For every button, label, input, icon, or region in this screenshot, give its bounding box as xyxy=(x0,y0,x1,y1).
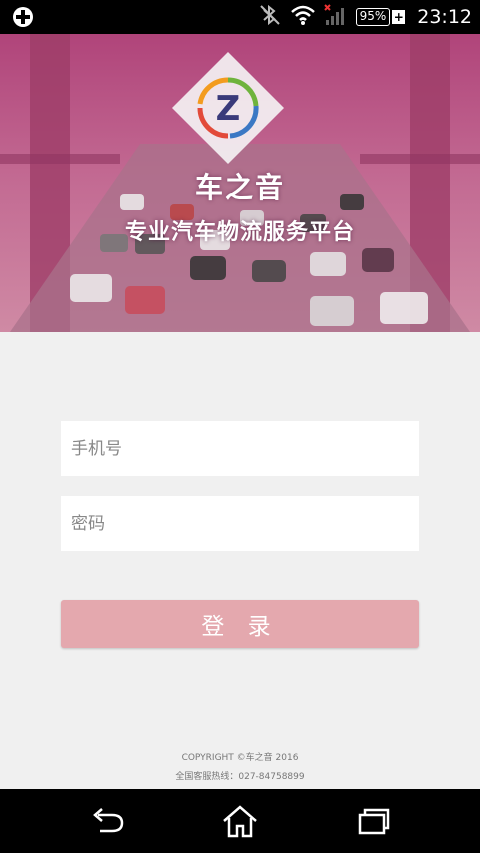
header-banner: Z 车之音 专业汽车物流服务平台 xyxy=(0,34,480,332)
hotline-text: 全国客服热线：027-84758899 xyxy=(175,772,305,782)
logo-letter: Z xyxy=(216,89,241,129)
battery-percent: 95% xyxy=(355,8,391,26)
wifi-icon xyxy=(290,4,316,30)
app-logo: Z xyxy=(170,50,286,166)
battery-icon: 95% + xyxy=(355,8,406,26)
recent-apps-icon[interactable] xyxy=(354,803,394,839)
status-icons: 95% + 23:12 xyxy=(258,0,472,34)
login-form: 登 录 COPYRIGHT ©车之音 2016 全国客服热线：027-84758… xyxy=(0,332,480,789)
brand-name: 车之音 xyxy=(194,171,285,204)
clock: 23:12 xyxy=(417,6,472,28)
home-icon[interactable] xyxy=(220,803,260,839)
charging-icon: + xyxy=(392,10,406,24)
tagline: 专业汽车物流服务平台 xyxy=(124,220,355,245)
back-icon[interactable] xyxy=(88,803,128,839)
medical-plus-icon xyxy=(12,6,34,32)
phone-input[interactable] xyxy=(61,421,419,476)
status-bar: 95% + 23:12 xyxy=(0,0,480,34)
login-button[interactable]: 登 录 xyxy=(61,600,419,648)
bluetooth-off-icon xyxy=(258,4,282,30)
copyright-text: COPYRIGHT ©车之音 2016 xyxy=(181,753,299,763)
system-nav-bar xyxy=(0,789,480,853)
signal-icon xyxy=(323,4,348,30)
password-input[interactable] xyxy=(61,496,419,551)
